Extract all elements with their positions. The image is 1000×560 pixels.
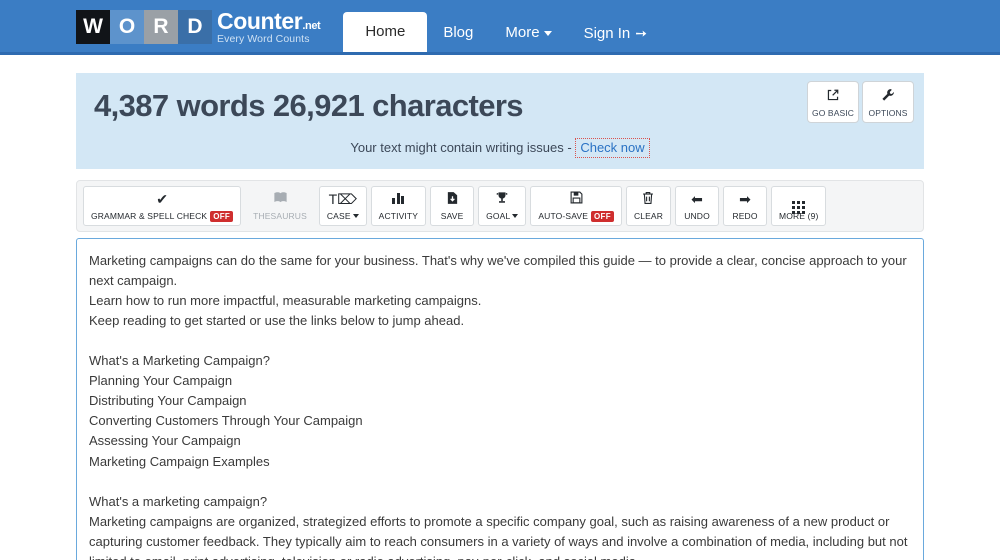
grammar-spell-check-label: GRAMMAR & SPELL CHECK OFF [91,210,234,222]
text-case-icon: T⌦ [328,190,357,207]
auto-save-off-badge: OFF [591,210,614,222]
nav-item-sign-in-label: Sign In [583,25,631,42]
editor-blank-line [89,472,908,492]
file-save-icon [438,191,466,207]
editor-line: Assessing Your Campaign [89,433,241,449]
nav-item-more-label: More [505,24,540,41]
writing-issues-text: Your text might contain writing issues - [350,139,572,155]
writing-issues-notice: Your text might contain writing issues -… [94,137,906,158]
logo-box-d: D [178,10,212,44]
check-icon: ✔ [156,190,168,207]
editor-toolbar: ✔ GRAMMAR & SPELL CHECK OFF THESAURUS T⌦ … [76,179,924,232]
trash-icon [634,191,663,207]
logo-counter-text: Counter [217,7,303,34]
page-content: 4,387 words 26,921 characters GO BASIC O… [76,73,924,560]
nav-item-home-label: Home [365,23,406,40]
logo-letter-boxes: W O R D [76,10,212,44]
editor-line: What's a marketing campaign? [89,493,268,509]
grid-icon [779,191,818,214]
text-editor[interactable]: Marketing campaigns can do the same for … [76,237,924,560]
bar-chart-icon [379,191,418,207]
case-button[interactable]: T⌦ CASE [318,185,367,226]
logo-box-w: W [76,10,110,44]
arrow-left-icon: ⬅ [691,190,703,207]
save-label: SAVE [440,210,464,221]
nav-item-home[interactable]: Home [343,12,428,52]
site-logo[interactable]: W O R D Counter.net Every Word Counts [76,7,321,46]
check-now-link[interactable]: Check now [575,137,650,158]
editor-blank-line [89,331,908,351]
nav-item-blog[interactable]: Blog [427,14,489,52]
redo-button[interactable]: ➡ REDO [723,185,768,226]
logo-tld-text: .net [302,19,321,32]
stats-action-group: GO BASIC OPTIONS [807,81,914,123]
thesaurus-label: THESAURUS [253,210,307,221]
editor-line: Planning Your Campaign [89,373,233,389]
go-basic-button[interactable]: GO BASIC [807,81,859,123]
more-button[interactable]: MORE (9) [771,185,827,226]
go-basic-label: GO BASIC [812,108,854,118]
wrench-icon [865,88,911,105]
grammar-off-badge: OFF [210,210,234,222]
auto-save-button[interactable]: AUTO-SAVE OFF [530,185,622,226]
case-label: CASE [327,211,359,221]
arrow-right-icon: ➡ [739,190,751,207]
activity-button[interactable]: ACTIVITY [370,185,427,226]
logo-box-o: O [110,10,144,44]
sign-in-icon: ➙ [635,25,647,41]
nav-item-more[interactable]: More [489,14,567,52]
editor-line: Marketing campaigns are organized, strat… [89,513,908,560]
more-label: MORE (9) [779,210,819,221]
logo-wordmark: Counter.net Every Word Counts [217,7,321,45]
editor-line: Keep reading to get started or use the l… [89,313,465,328]
chevron-down-icon [512,214,519,219]
floppy-disk-icon [538,191,614,207]
chevron-down-icon [352,214,359,219]
goal-button[interactable]: GOAL [478,185,527,226]
editor-line: Converting Customers Through Your Campai… [89,413,363,429]
options-label: OPTIONS [868,108,908,118]
logo-wordmark-line: Counter.net [217,7,321,34]
editor-line: Distributing Your Campaign [89,393,247,409]
undo-label: UNDO [684,210,710,221]
site-header: W O R D Counter.net Every Word Counts Ho… [0,0,1000,55]
grammar-spell-check-button[interactable]: ✔ GRAMMAR & SPELL CHECK OFF [83,185,242,226]
undo-button[interactable]: ⬅ UNDO [675,185,720,226]
editor-line: Marketing campaigns can do the same for … [89,252,907,288]
options-button[interactable]: OPTIONS [862,81,914,123]
external-link-icon [810,88,856,105]
save-button[interactable]: SAVE [430,185,475,226]
clear-button[interactable]: CLEAR [625,185,672,226]
main-nav: Home Blog More Sign In ➙ [343,0,663,52]
clear-label: CLEAR [633,210,664,221]
auto-save-label: AUTO-SAVE OFF [538,210,614,222]
editor-line: Marketing Campaign Examples [89,453,270,469]
trophy-icon [486,191,518,207]
editor-line: Learn how to run more impactful, measura… [89,292,482,308]
nav-item-blog-label: Blog [443,24,474,41]
stats-panel: 4,387 words 26,921 characters GO BASIC O… [76,73,924,169]
book-icon [253,191,307,207]
page-title: 4,387 words 26,921 characters [94,88,524,123]
goal-label: GOAL [486,211,519,221]
nav-item-sign-in[interactable]: Sign In ➙ [568,14,663,52]
logo-tagline: Every Word Counts [217,32,310,45]
logo-box-r: R [144,10,178,44]
thesaurus-button[interactable]: THESAURUS [245,186,315,226]
chevron-down-icon [543,30,552,36]
editor-line: What's a Marketing Campaign? [89,353,270,369]
activity-label: ACTIVITY [378,210,419,221]
redo-label: REDO [732,210,758,221]
